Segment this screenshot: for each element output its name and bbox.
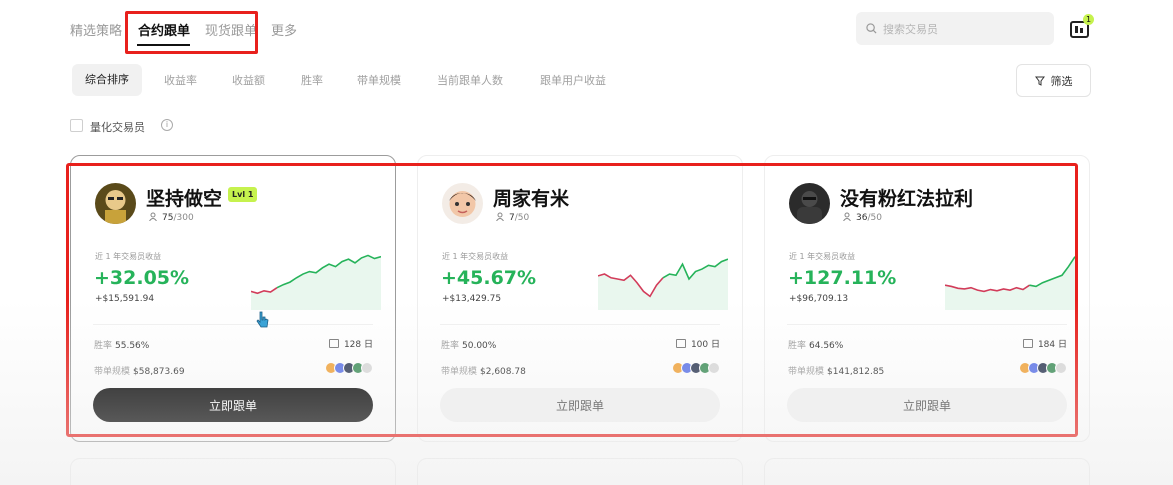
trader-card-partial: [764, 458, 1090, 485]
follower-count: 75/300: [149, 212, 194, 223]
calendar-icon: [328, 339, 339, 348]
pnl-period-label: 近 1 年交易员收益: [789, 252, 856, 261]
trading-days: 100 日: [675, 337, 720, 350]
sparkline-area: [251, 255, 381, 310]
follower-count: 36/50: [843, 212, 882, 223]
quant-trader-label: 量化交易员: [90, 121, 145, 134]
trader-name[interactable]: 没有粉红法拉利: [840, 184, 973, 211]
win-rate: 胜率 55.56%: [94, 341, 150, 351]
trader-card[interactable]: 没有粉红法拉利 36/50 近 1 年交易员收益 +127.11% +$96,7…: [764, 155, 1090, 442]
win-rate: 胜率 50.00%: [441, 341, 497, 351]
annotation-highlight-tabs: [125, 11, 258, 54]
assets-under-management: 带单规模 $2,608.78: [441, 367, 526, 377]
sort-follower-pnl[interactable]: 跟单用户收益: [540, 72, 606, 88]
traded-coins: [672, 362, 720, 374]
trader-name[interactable]: 周家有米: [493, 184, 569, 211]
pnl-value: +$96,709.13: [789, 294, 849, 304]
trader-avatar[interactable]: [442, 183, 483, 224]
pnl-sparkline: [598, 258, 728, 310]
sparkline-area: [945, 256, 1075, 310]
trader-card-partial: [417, 458, 743, 485]
filter-label: 筛选: [1050, 74, 1073, 88]
people-icon: [496, 212, 504, 221]
search-placeholder: 搜索交易员: [883, 22, 938, 36]
follow-now-button[interactable]: 立即跟单: [93, 388, 373, 422]
trader-name[interactable]: 坚持做空: [146, 184, 222, 211]
tab-featured-strategies[interactable]: 精选策略: [70, 20, 122, 39]
search-icon: [866, 23, 877, 34]
sort-comprehensive[interactable]: 综合排序: [72, 64, 142, 96]
trader-card[interactable]: 坚持做空 Lvl 1 75/300 近 1 年交易员收益 +32.05% +$1…: [70, 155, 396, 442]
assets-under-management: 带单规模 $141,812.85: [788, 367, 885, 377]
level-badge: Lvl 1: [228, 187, 258, 202]
traded-coins: [325, 362, 373, 374]
pnl-value: +$13,429.75: [442, 294, 502, 304]
trader-card-partial: [70, 458, 396, 485]
card-divider: [440, 324, 720, 325]
calendar-icon: [1022, 339, 1033, 348]
sort-win-rate[interactable]: 胜率: [301, 72, 323, 88]
sort-roi[interactable]: 收益率: [164, 72, 197, 88]
pnl-period-label: 近 1 年交易员收益: [95, 252, 162, 261]
pnl-sparkline: [251, 254, 381, 310]
assets-under-management: 带单规模 $58,873.69: [94, 367, 185, 377]
pnl-sparkline: [945, 256, 1075, 310]
trading-days: 184 日: [1022, 337, 1067, 350]
roi-value: +127.11%: [788, 267, 897, 289]
trader-card[interactable]: 周家有米 7/50 近 1 年交易员收益 +45.67% +$13,429.75…: [417, 155, 743, 442]
trader-avatar[interactable]: [789, 183, 830, 224]
filter-button[interactable]: 筛选: [1016, 64, 1091, 97]
funnel-icon: [1034, 76, 1045, 86]
pnl-period-label: 近 1 年交易员收益: [442, 252, 509, 261]
people-icon: [149, 212, 157, 221]
roi-value: +32.05%: [94, 267, 190, 289]
follow-now-button[interactable]: 立即跟单: [787, 388, 1067, 422]
tab-more[interactable]: 更多: [271, 20, 297, 39]
win-rate: 胜率 64.56%: [788, 341, 844, 351]
sparkline-area: [598, 259, 728, 310]
follow-now-button[interactable]: 立即跟单: [440, 388, 720, 422]
roi-value: +45.67%: [441, 267, 537, 289]
card-divider: [93, 324, 373, 325]
people-icon: [843, 212, 851, 221]
coin-icon: [1055, 362, 1067, 374]
follower-count: 7/50: [496, 212, 529, 223]
mouse-cursor-icon: [256, 311, 269, 328]
trading-days: 128 日: [328, 337, 373, 350]
card-divider: [787, 324, 1067, 325]
calendar-icon: [675, 339, 686, 348]
coin-icon: [361, 362, 373, 374]
sort-aum[interactable]: 带单规模: [357, 72, 401, 88]
coin-icon: [708, 362, 720, 374]
info-icon[interactable]: i: [161, 119, 173, 131]
notification-badge: 1: [1083, 14, 1094, 25]
pnl-value: +$15,591.94: [95, 294, 155, 304]
traded-coins: [1019, 362, 1067, 374]
sort-pnl[interactable]: 收益额: [232, 72, 265, 88]
quant-trader-checkbox[interactable]: [70, 119, 83, 132]
sort-current-followers[interactable]: 当前跟单人数: [437, 72, 503, 88]
trader-avatar[interactable]: [95, 183, 136, 224]
search-input[interactable]: 搜索交易员: [856, 12, 1054, 45]
